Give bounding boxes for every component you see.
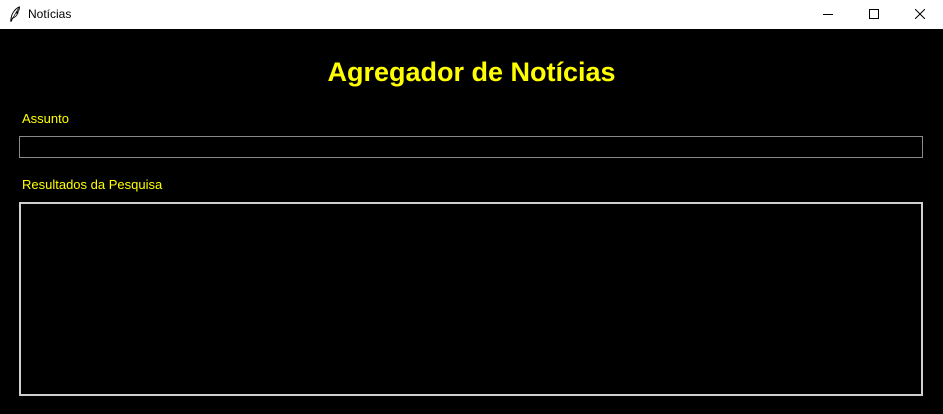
subject-input[interactable] (19, 136, 923, 158)
app-window: Notícias Agregador de Notícias Assunto R… (0, 0, 943, 414)
window-title: Notícias (28, 7, 72, 21)
close-icon (914, 6, 926, 24)
results-textarea[interactable] (19, 202, 923, 396)
maximize-button[interactable] (851, 0, 897, 29)
maximize-icon (869, 6, 879, 24)
feather-icon (9, 6, 21, 22)
results-label: Resultados da Pesquisa (22, 177, 163, 192)
minimize-icon (823, 6, 833, 24)
title-bar[interactable]: Notícias (0, 0, 943, 29)
subject-label: Assunto (22, 111, 69, 126)
close-button[interactable] (897, 0, 943, 29)
page-title: Agregador de Notícias (327, 57, 616, 87)
minimize-button[interactable] (805, 0, 851, 29)
